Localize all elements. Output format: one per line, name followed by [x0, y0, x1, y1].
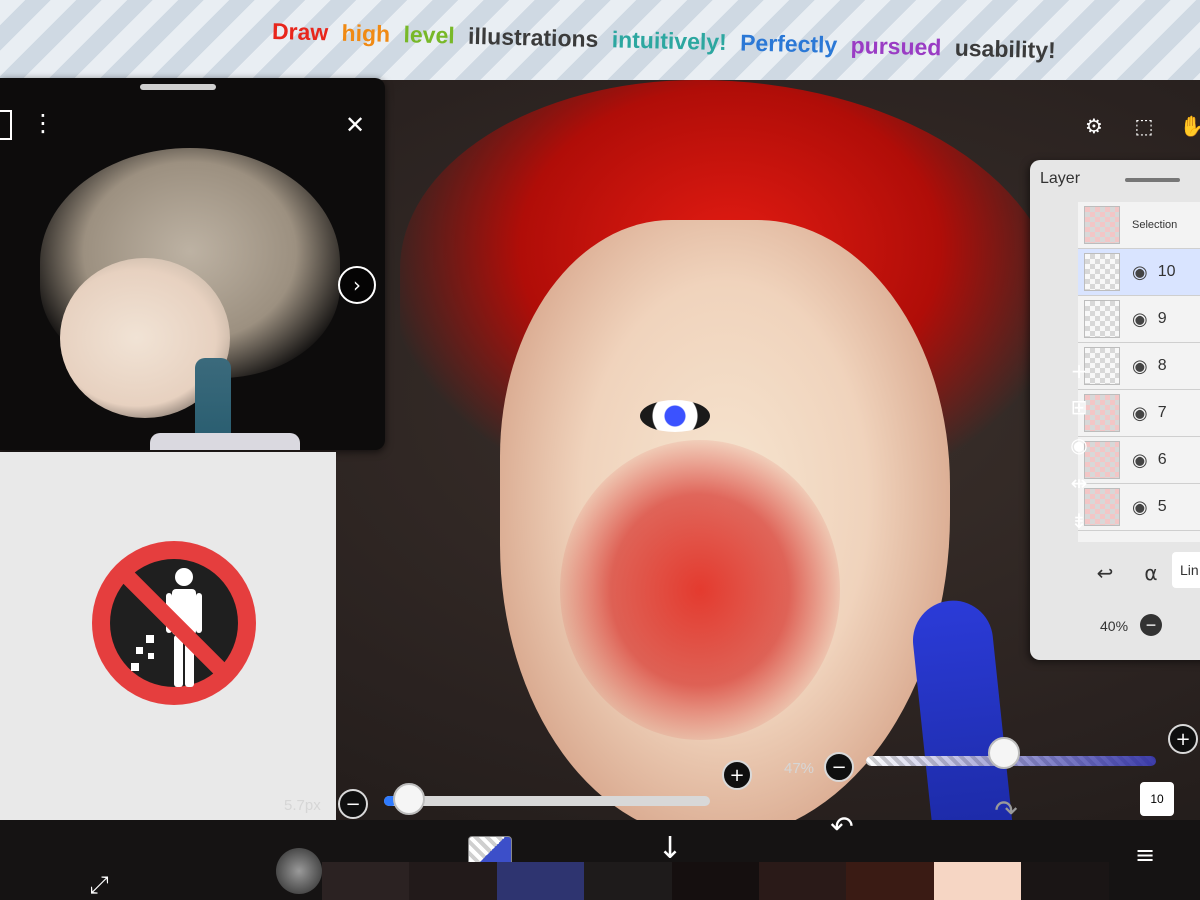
eye-icon[interactable]: ◉ [1132, 450, 1148, 471]
layer-panel-title: Layer [1040, 170, 1081, 187]
chevron-right-icon[interactable]: › [338, 266, 376, 304]
toggle-icon[interactable]: ⚙ [1080, 112, 1108, 140]
brush-size-plus-button[interactable]: + [722, 760, 752, 790]
clip-arrow-icon[interactable]: ↩ [1092, 560, 1118, 586]
layer-panel-grip[interactable] [1125, 178, 1180, 182]
layer-row-8[interactable]: ◉ 8 [1078, 343, 1200, 390]
close-icon[interactable]: ✕ [340, 110, 370, 140]
layer-opacity-minus-button[interactable]: − [1140, 614, 1162, 636]
eye-icon[interactable]: ◉ [1132, 309, 1148, 330]
color-swatch[interactable] [933, 862, 1022, 900]
banner-word-2: high [341, 19, 391, 47]
selection-layer-label: Selection [1132, 219, 1178, 231]
frame-icon[interactable] [0, 110, 12, 140]
banner-word-3: level [403, 21, 456, 49]
color-swatch[interactable] [671, 862, 759, 900]
color-swatch[interactable] [1021, 862, 1109, 900]
layer-row-5[interactable]: ◉ 5 [1078, 484, 1200, 531]
color-swatch[interactable] [409, 862, 497, 900]
layer-row-6[interactable]: ◉ 6 [1078, 437, 1200, 484]
banner-word-8: usability! [954, 34, 1057, 64]
no-littering-icon [92, 541, 256, 705]
brush-opacity-minus-button[interactable]: − [824, 752, 854, 782]
color-swatch[interactable] [759, 862, 847, 900]
artwork-blood [560, 440, 840, 740]
brush-size-thumb[interactable] [393, 783, 426, 815]
banner-word-5: intuitively! [611, 26, 728, 56]
undo-icon[interactable]: ↶ [822, 806, 862, 846]
camera-icon[interactable]: ◉ [1066, 432, 1092, 458]
banner-word-7: pursued [850, 32, 942, 61]
layer-row-7[interactable]: ◉ 7 [1078, 390, 1200, 437]
hand-icon[interactable]: ✋ [1178, 112, 1200, 140]
redo-icon[interactable]: ↷ [986, 790, 1026, 830]
brush-opacity-plus-button[interactable]: + [1168, 724, 1198, 754]
layer-row-9[interactable]: ◉ 9 [1078, 296, 1200, 343]
layer-number: 6 [1157, 451, 1167, 468]
alpha-lock-icon[interactable]: α [1138, 560, 1164, 586]
reference-drag-handle[interactable] [140, 84, 216, 90]
brush-preview[interactable] [276, 848, 322, 894]
brush-size-slider[interactable] [384, 796, 710, 806]
eye-icon[interactable]: ◉ [1132, 497, 1148, 518]
add-layer-icon[interactable]: ⊞ [1066, 394, 1092, 420]
brush-opacity-label: 47% [784, 760, 815, 777]
eye-icon[interactable]: ◉ [1132, 262, 1148, 283]
layer-number: 9 [1157, 310, 1167, 327]
layer-number: 7 [1157, 404, 1167, 421]
layer-count-icon[interactable]: 10 [1140, 782, 1174, 816]
brush-size-minus-button[interactable]: − [338, 789, 368, 819]
layer-row-10[interactable]: ◉ 10 [1078, 249, 1200, 296]
more-menu-icon[interactable]: ⋮ [31, 108, 55, 138]
add-icon[interactable]: + [1066, 358, 1092, 384]
flip-icon[interactable]: ⇹ [1066, 470, 1092, 496]
transform-icon[interactable]: ⤢ [82, 870, 116, 900]
layer-number: 10 [1157, 263, 1176, 280]
eye-icon[interactable]: ◉ [1132, 356, 1148, 377]
brush-size-label: 5.7px [284, 797, 321, 814]
artwork-eye [640, 400, 710, 432]
merge-icon[interactable]: ⇟ [1066, 508, 1092, 534]
eye-icon[interactable]: ◉ [1132, 403, 1148, 424]
selection-icon[interactable]: ⬚ [1130, 112, 1158, 140]
layer-thumbnail [1084, 253, 1120, 291]
layer-row-selection[interactable]: Selection [1078, 202, 1200, 249]
layer-number: 8 [1157, 357, 1167, 374]
banner-word-1: Draw [271, 18, 329, 46]
layer-thumbnail [1084, 206, 1120, 244]
layer-list[interactable]: Selection ◉ 10 ◉ 9 ◉ 8 ◉ 7 ◉ 6 ◉ 5 [1078, 202, 1200, 542]
menu-icon[interactable]: ≡ [1130, 840, 1160, 870]
blend-mode-selector[interactable]: Lin [1172, 552, 1200, 588]
layer-number: 5 [1157, 498, 1167, 515]
reference-window[interactable] [0, 78, 385, 450]
color-swatch[interactable] [322, 862, 410, 900]
layer-thumbnail [1084, 300, 1120, 338]
banner-word-6: Perfectly [739, 29, 838, 58]
layer-opacity-value: 40% [1100, 618, 1129, 634]
color-swatch[interactable] [496, 862, 585, 900]
color-swatch[interactable] [584, 862, 672, 900]
color-swatch[interactable] [846, 862, 934, 900]
reference-image-collar [150, 433, 300, 450]
banner-text: Draw high level illustrations intuitivel… [272, 18, 1063, 64]
banner-word-4: illustrations [467, 22, 599, 52]
